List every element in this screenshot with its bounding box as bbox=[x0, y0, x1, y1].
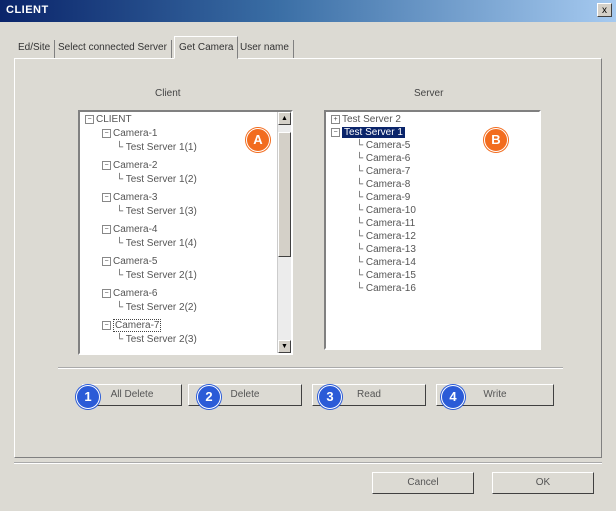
tree-camera-item[interactable]: └ Camera-14 bbox=[356, 257, 416, 269]
tree-server-leaf[interactable]: └ Test Server 1(2) bbox=[116, 174, 197, 186]
tab-user-name[interactable]: User name bbox=[236, 40, 294, 58]
callout-badge-4: 4 bbox=[441, 385, 465, 409]
tree-camera-item[interactable]: └ Camera-11 bbox=[356, 218, 415, 230]
tab-get-camera[interactable]: Get Camera bbox=[174, 36, 239, 59]
tree-camera-item[interactable]: └ Camera-13 bbox=[356, 244, 416, 256]
scroll-down-icon[interactable]: ▼ bbox=[278, 340, 291, 353]
collapse-icon[interactable]: − bbox=[102, 288, 111, 298]
collapse-icon[interactable]: − bbox=[102, 224, 111, 234]
close-button[interactable]: x bbox=[597, 3, 612, 17]
server-tree[interactable]: + Test Server 2 − Test Server 1 └ Camera-5… bbox=[324, 110, 541, 350]
collapse-icon[interactable]: − bbox=[102, 192, 111, 202]
client-dialog: CLIENT x Ed/Site Select connected Server… bbox=[0, 0, 616, 511]
footer-separator bbox=[14, 462, 602, 464]
tab-select-connected-server[interactable]: Select connected Server bbox=[54, 40, 172, 58]
title-bar[interactable]: CLIENT x bbox=[0, 0, 616, 22]
tree-camera-item[interactable]: └ Camera-5 bbox=[356, 140, 410, 152]
tree-server-leaf[interactable]: └ Test Server 2(1) bbox=[116, 270, 197, 282]
tree-camera-item[interactable]: └ Camera-8 bbox=[356, 179, 410, 191]
tree-camera-item[interactable]: └ Camera-6 bbox=[356, 153, 410, 165]
tree-server-2[interactable]: + Test Server 2 bbox=[331, 114, 401, 126]
tree-camera-item[interactable]: └ Camera-15 bbox=[356, 270, 416, 282]
tree-camera-4[interactable]: − Camera-4 bbox=[102, 224, 157, 236]
tree-camera-3[interactable]: − Camera-3 bbox=[102, 192, 157, 204]
callout-badge-a: A bbox=[246, 128, 270, 152]
tree-server-leaf[interactable]: └ Test Server 2(2) bbox=[116, 302, 197, 314]
expand-icon[interactable]: + bbox=[331, 114, 340, 124]
tree-camera-7[interactable]: − Camera-7 bbox=[102, 319, 162, 332]
collapse-icon[interactable]: − bbox=[85, 114, 94, 124]
tree-server-leaf[interactable]: └ Test Server 1(3) bbox=[116, 206, 197, 218]
tree-server-leaf[interactable]: └ Test Server 1(1) bbox=[116, 142, 197, 154]
client-scrollbar[interactable]: ▲ ▼ bbox=[277, 112, 291, 353]
callout-badge-b: B bbox=[484, 128, 508, 152]
callout-badge-2: 2 bbox=[197, 385, 221, 409]
scroll-thumb[interactable] bbox=[278, 132, 291, 257]
collapse-icon[interactable]: − bbox=[102, 160, 111, 170]
tree-camera-item[interactable]: └ Camera-12 bbox=[356, 231, 416, 243]
tree-server-leaf[interactable]: └ Test Server 2(3) bbox=[116, 334, 197, 346]
tree-camera-item[interactable]: └ Camera-9 bbox=[356, 192, 410, 204]
tree-camera-5[interactable]: − Camera-5 bbox=[102, 256, 157, 268]
ok-button[interactable]: OK bbox=[492, 472, 594, 494]
client-column-title: Client bbox=[155, 88, 181, 99]
tree-server-leaf[interactable]: └ Test Server 1(4) bbox=[116, 238, 197, 250]
tree-camera-6[interactable]: − Camera-6 bbox=[102, 288, 157, 300]
window-title: CLIENT bbox=[6, 4, 49, 16]
callout-badge-1: 1 bbox=[76, 385, 100, 409]
tree-camera-item[interactable]: └ Camera-10 bbox=[356, 205, 416, 217]
tree-camera-item[interactable]: └ Camera-16 bbox=[356, 283, 416, 295]
button-separator bbox=[58, 367, 563, 369]
server-column-title: Server bbox=[414, 88, 444, 99]
tree-root-client[interactable]: − CLIENT bbox=[85, 114, 132, 126]
collapse-icon[interactable]: − bbox=[331, 127, 340, 137]
tab-edsite[interactable]: Ed/Site bbox=[14, 40, 56, 58]
tree-server-1[interactable]: − Test Server 1 bbox=[331, 127, 405, 139]
collapse-icon[interactable]: − bbox=[102, 256, 111, 266]
collapse-icon[interactable]: − bbox=[102, 320, 111, 330]
tree-camera-2[interactable]: − Camera-2 bbox=[102, 160, 157, 172]
collapse-icon[interactable]: − bbox=[102, 128, 111, 138]
callout-badge-3: 3 bbox=[318, 385, 342, 409]
tree-camera-item[interactable]: └ Camera-7 bbox=[356, 166, 410, 178]
tree-camera-1[interactable]: − Camera-1 bbox=[102, 128, 157, 140]
tree-root-label: CLIENT bbox=[96, 114, 132, 125]
scroll-up-icon[interactable]: ▲ bbox=[278, 112, 291, 125]
cancel-button[interactable]: Cancel bbox=[372, 472, 474, 494]
